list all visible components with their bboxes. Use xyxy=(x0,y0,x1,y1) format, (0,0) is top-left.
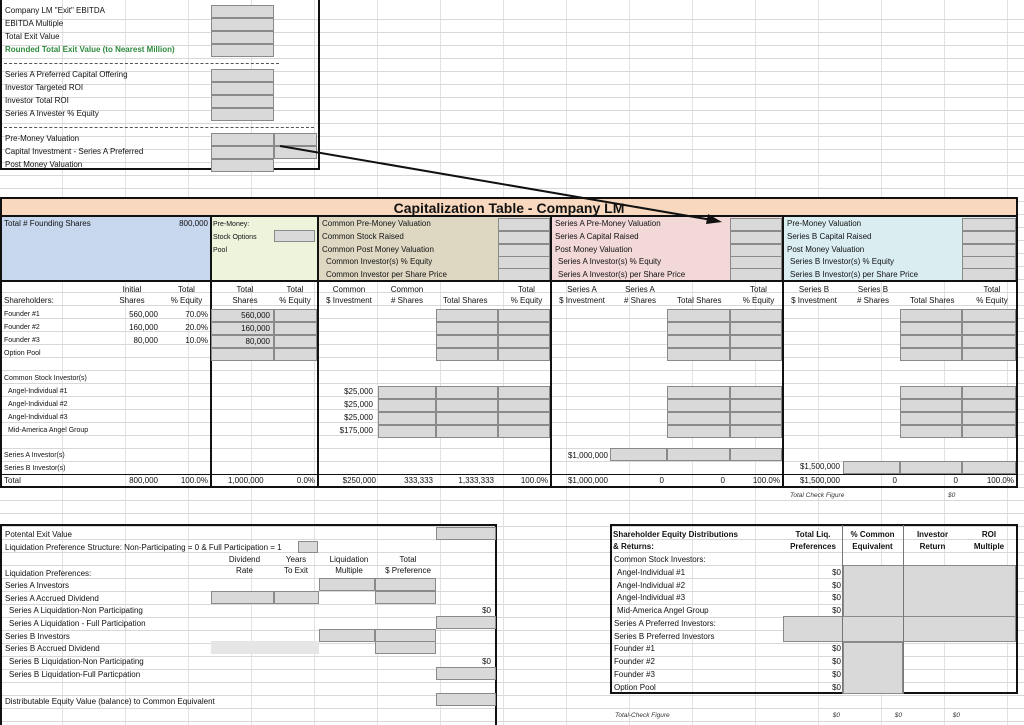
spreadsheet-grid[interactable]: Company LM "Exit" EBITDA EBITDA Multiple… xyxy=(0,0,1024,725)
arrow-icon xyxy=(279,145,722,224)
